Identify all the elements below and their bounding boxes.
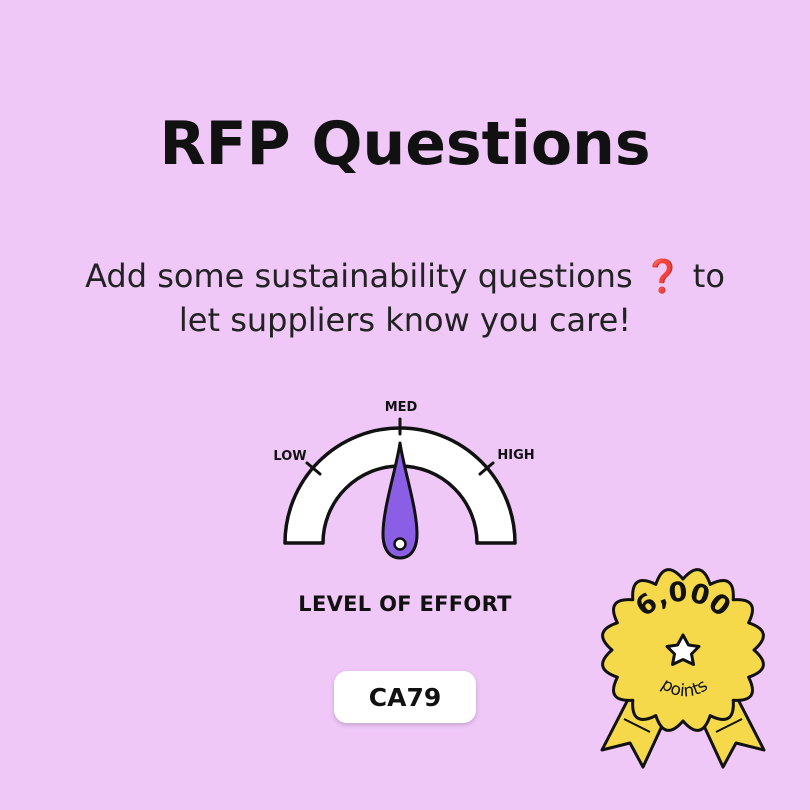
- subtitle-text-start: Add some sustainability questions: [85, 257, 633, 295]
- gauge-label-med: MED: [385, 400, 418, 415]
- gauge-label-low: LOW: [273, 449, 306, 464]
- points-badge: 6,000 points: [600, 568, 766, 769]
- gauge-needle-pivot: [393, 537, 407, 551]
- page-title: RFP Questions: [159, 109, 651, 179]
- subtitle: Add some sustainability questions ❓ to l…: [60, 254, 750, 342]
- effort-gauge: LOW MED HIGH: [273, 400, 535, 560]
- code-badge: CA79: [334, 671, 476, 723]
- gauge-label-high: HIGH: [497, 448, 534, 463]
- question-mark-icon: ❓: [642, 257, 683, 295]
